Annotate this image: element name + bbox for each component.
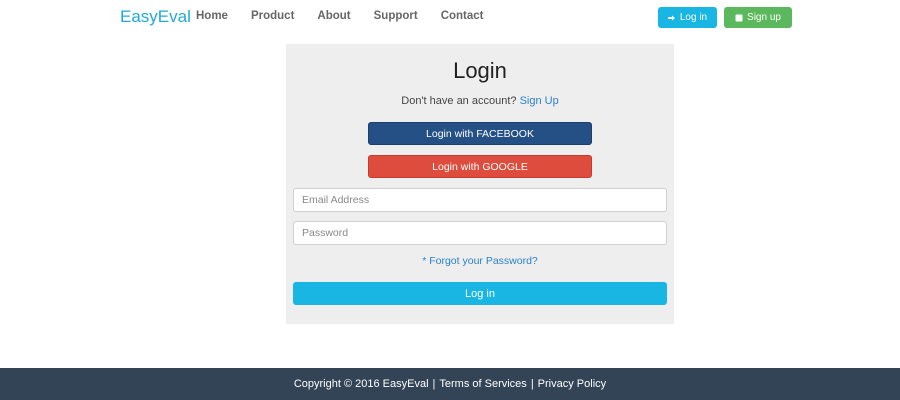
footer-separator: | — [432, 378, 436, 390]
brand-logo[interactable]: EasyEval — [120, 7, 191, 27]
nav-link-about[interactable]: About — [317, 10, 350, 22]
header-signup-button[interactable]: Sign up — [724, 7, 792, 28]
login-panel: Login Don't have an account? Sign Up Log… — [286, 44, 674, 324]
footer-separator: | — [530, 378, 534, 390]
signup-link[interactable]: Sign Up — [520, 95, 559, 107]
forgot-password-link[interactable]: * Forgot your Password? — [286, 255, 674, 267]
copyright-text: Copyright © 2016 EasyEval — [293, 378, 429, 390]
terms-link[interactable]: Terms of Services — [439, 378, 526, 390]
header-login-label: Log in — [679, 12, 708, 23]
google-login-button[interactable]: Login with GOOGLE — [368, 155, 592, 178]
no-account-text: Don't have an account? — [401, 95, 517, 107]
email-field[interactable] — [293, 188, 667, 212]
footer: Copyright © 2016 EasyEval | Terms of Ser… — [0, 368, 900, 400]
nav-link-contact[interactable]: Contact — [441, 10, 484, 22]
nav-link-product[interactable]: Product — [251, 10, 294, 22]
signup-prompt: Don't have an account? Sign Up — [286, 95, 674, 107]
user-plus-icon — [735, 14, 743, 21]
facebook-login-button[interactable]: Login with FACEBOOK — [368, 122, 592, 145]
login-button[interactable]: Log in — [293, 282, 667, 305]
sign-in-icon — [667, 15, 675, 20]
page-title: Login — [453, 58, 507, 83]
nav-links: Home Product About Support Contact — [196, 10, 507, 22]
header-login-button[interactable]: Log in — [658, 7, 717, 28]
navbar: EasyEval Home Product About Support Cont… — [0, 0, 900, 36]
password-field[interactable] — [293, 221, 667, 245]
privacy-link[interactable]: Privacy Policy — [538, 378, 606, 390]
nav-link-support[interactable]: Support — [374, 10, 418, 22]
nav-link-home[interactable]: Home — [196, 10, 228, 22]
header-signup-label: Sign up — [747, 12, 781, 23]
